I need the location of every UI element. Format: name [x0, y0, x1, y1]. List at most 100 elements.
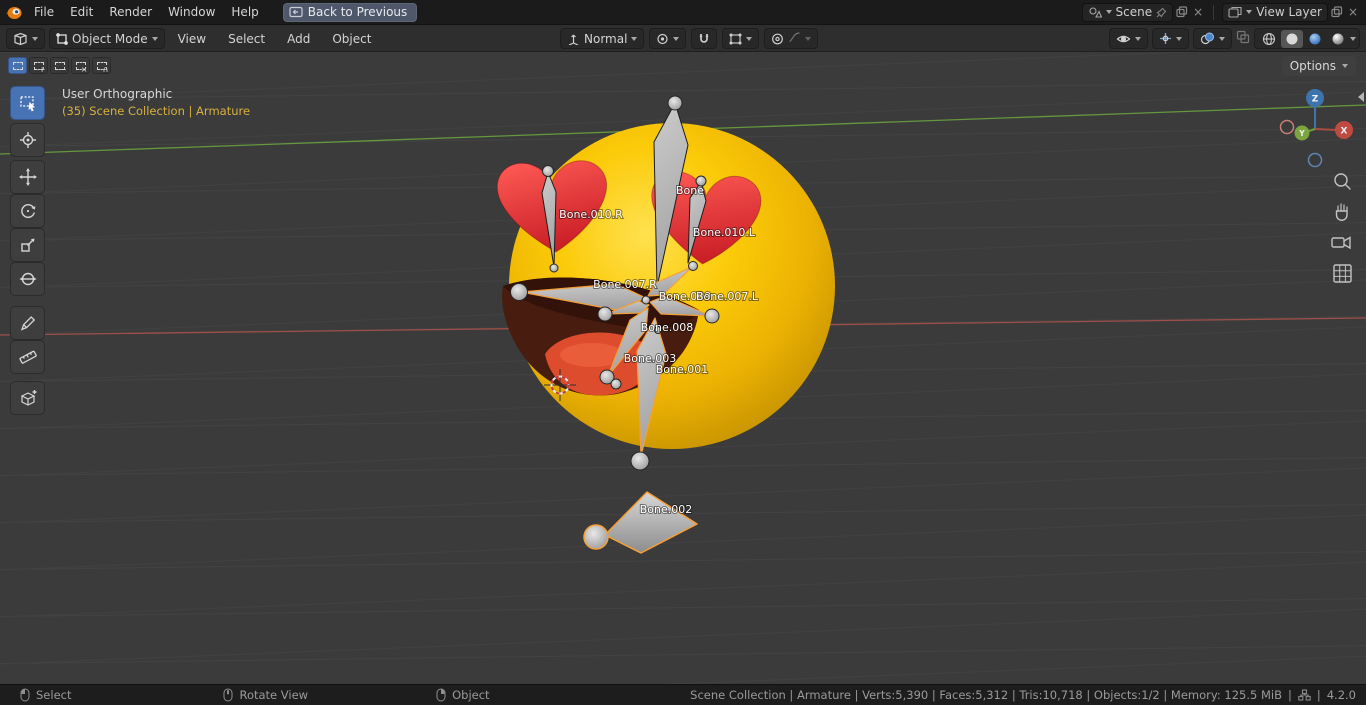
menu-edit[interactable]: Edit [62, 0, 101, 24]
select-mode-invert[interactable]: × [71, 57, 90, 74]
mode-dropdown[interactable]: Object Mode [49, 28, 165, 49]
gizmo-z-neg-axis[interactable] [1307, 152, 1323, 168]
new-view-layer-icon[interactable] [1331, 6, 1343, 18]
bone-label: Bone.007.R [593, 278, 657, 291]
bone-joint[interactable] [549, 263, 559, 273]
snap-toggle-button[interactable] [691, 28, 718, 49]
menu-select[interactable]: Select [219, 25, 274, 52]
shading-wireframe-button[interactable] [1258, 30, 1280, 48]
annotate-pen-icon [20, 316, 35, 331]
menu-file[interactable]: File [26, 0, 62, 24]
editor-type-button[interactable] [6, 28, 45, 49]
select-invert-icon: × [75, 61, 88, 73]
tool-annotate[interactable] [10, 306, 45, 340]
bone-joint[interactable] [704, 308, 720, 324]
viewport-canvas[interactable]: Bone Bone.010.R Bone.010.L Bone.007.R Bo… [0, 52, 1366, 684]
scene-stats: Scene Collection | Armature | Verts:5,39… [690, 688, 1282, 702]
pin-icon[interactable] [1156, 7, 1167, 18]
tool-transform[interactable] [10, 262, 45, 296]
menu-help[interactable]: Help [223, 0, 266, 24]
remove-view-layer-icon[interactable]: × [1346, 6, 1360, 18]
transform-orientation-dropdown[interactable]: Normal [560, 28, 645, 49]
blender-logo-icon[interactable] [0, 5, 26, 20]
tool-rotate[interactable] [10, 194, 45, 228]
scene-name[interactable]: Scene [1116, 5, 1153, 19]
new-scene-icon[interactable] [1176, 6, 1188, 18]
bone-joint[interactable] [688, 261, 698, 271]
view-layer-icon [1228, 6, 1242, 18]
bone-label: Bone.008 [641, 321, 694, 334]
chevron-down-icon [673, 36, 680, 41]
options-label: Options [1289, 59, 1336, 73]
menu-add[interactable]: Add [278, 25, 319, 52]
bone-label: Bone.007.L [696, 290, 759, 303]
tool-add-cube[interactable] [10, 381, 45, 415]
select-intersect-icon: ∩ [96, 61, 109, 73]
3d-viewport[interactable]: Bone Bone.010.R Bone.010.L Bone.007.R Bo… [0, 52, 1366, 684]
bone-label: Bone [676, 184, 704, 197]
network-status-icon [1298, 689, 1311, 701]
back-to-previous-label: Back to Previous [307, 5, 408, 19]
rotate-tool-icon [20, 204, 35, 219]
bone-joint[interactable] [667, 95, 683, 111]
scene-selector[interactable]: Scene [1081, 2, 1174, 22]
orientation-label: Normal [584, 31, 628, 46]
view-layer-selector[interactable]: View Layer [1222, 2, 1328, 22]
tool-scale[interactable] [10, 228, 45, 262]
select-mode-set[interactable] [8, 57, 27, 74]
bone-joint[interactable] [597, 306, 613, 322]
bone-joint[interactable] [641, 295, 651, 305]
pivot-point-dropdown[interactable] [649, 28, 687, 49]
mouse-middle-icon [223, 688, 233, 702]
shading-material-button[interactable] [1304, 30, 1326, 48]
measure-ruler-icon [18, 350, 37, 364]
mouse-right-icon [436, 688, 446, 702]
select-mode-intersect[interactable]: ∩ [92, 57, 111, 74]
menu-view[interactable]: View [169, 25, 215, 52]
gizmo-z-label: Z [1312, 95, 1319, 105]
bone-label: Bone.010.R [559, 208, 623, 221]
select-mode-extend[interactable]: + [29, 57, 48, 74]
tool-select-box[interactable] [10, 86, 45, 120]
gizmo-x-neg-axis[interactable] [1279, 119, 1295, 135]
bone-joint[interactable] [542, 165, 554, 177]
falloff-curve-icon [788, 31, 801, 46]
stats-separator: | [1287, 688, 1292, 702]
gizmo-y-label: Y [1298, 129, 1305, 138]
proportional-editing-button[interactable] [764, 28, 819, 49]
show-gizmo-dropdown[interactable] [1152, 28, 1189, 49]
select-mode-row: + − × ∩ [8, 57, 111, 74]
viewport-header: Object Mode View Select Add Object Norma… [0, 25, 1366, 52]
shading-solid-button[interactable] [1281, 29, 1303, 48]
options-dropdown[interactable]: Options [1281, 56, 1356, 76]
editor-3d-viewport-icon [14, 32, 27, 45]
chevron-down-icon [746, 36, 753, 41]
visibility-dropdown[interactable] [1109, 28, 1148, 49]
status-hint-object: Object [436, 688, 490, 702]
snap-settings-dropdown[interactable] [722, 28, 760, 49]
tool-move[interactable] [10, 160, 45, 194]
bone-joint-selected[interactable] [583, 524, 609, 550]
select-subtract-icon: − [54, 61, 67, 73]
menu-object[interactable]: Object [323, 25, 380, 52]
view-layer-name[interactable]: View Layer [1256, 5, 1322, 19]
unlink-scene-icon[interactable]: × [1191, 6, 1205, 18]
select-extend-icon: + [33, 61, 46, 73]
tool-measure[interactable] [10, 340, 45, 374]
show-overlays-dropdown[interactable] [1193, 28, 1232, 49]
bone-joint[interactable] [610, 378, 622, 390]
bone-joint[interactable] [630, 451, 650, 471]
tool-cursor[interactable] [10, 123, 45, 157]
select-mode-subtract[interactable]: − [50, 57, 69, 74]
chevron-down-icon [1342, 64, 1348, 68]
move-tool-icon [18, 168, 37, 186]
back-to-previous-button[interactable]: Back to Previous [282, 2, 418, 22]
transform-tool-icon [19, 272, 36, 286]
bone-joint[interactable] [510, 283, 528, 301]
stats-separator: | [1316, 688, 1321, 702]
chevron-down-icon [1219, 36, 1225, 41]
shading-rendered-button[interactable] [1327, 30, 1349, 48]
menu-window[interactable]: Window [160, 0, 223, 24]
menu-render[interactable]: Render [101, 0, 160, 24]
xray-toggle-icon[interactable] [1236, 30, 1250, 47]
